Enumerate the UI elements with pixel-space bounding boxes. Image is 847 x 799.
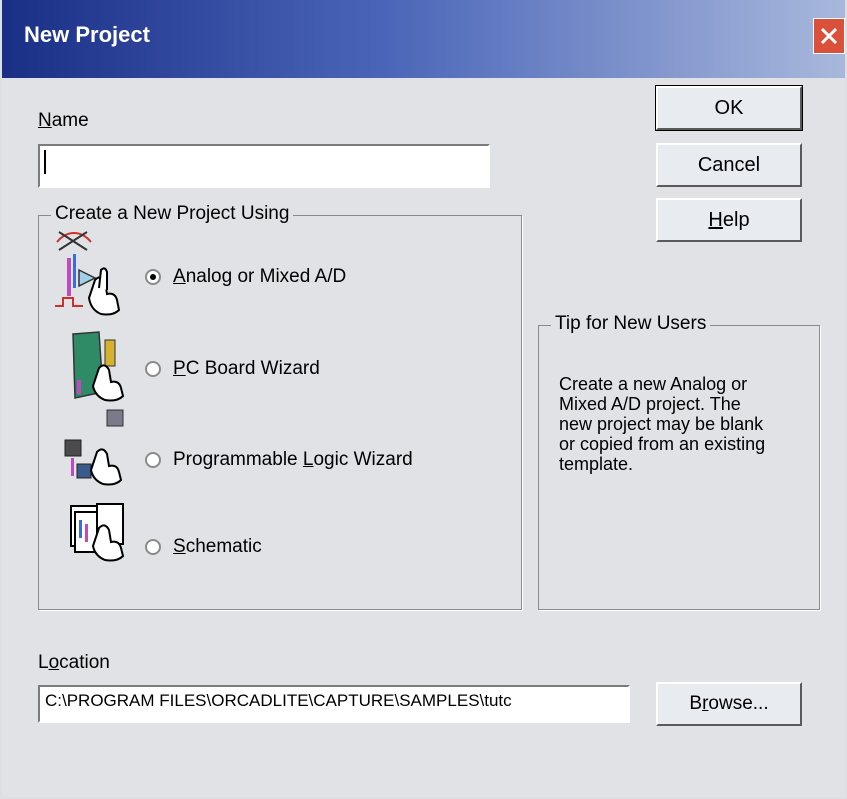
- location-input[interactable]: C:\PROGRAM FILES\ORCADLITE\CAPTURE\SAMPL…: [38, 685, 630, 723]
- pc-board-icon: [72, 331, 125, 402]
- radio-pc-board-wizard[interactable]: [145, 361, 161, 377]
- name-input[interactable]: [38, 144, 490, 188]
- option-programmable-logic-wizard[interactable]: Programmable Logic Wizard: [145, 449, 413, 471]
- radio-programmable-logic-wizard[interactable]: [145, 452, 161, 468]
- tip-line: or copied from an existing: [559, 434, 766, 454]
- tip-line: template.: [559, 454, 634, 474]
- option-pc-board-wizard[interactable]: PC Board Wizard: [145, 358, 320, 380]
- option-schematic[interactable]: Schematic: [145, 536, 262, 558]
- location-label: Location: [38, 652, 110, 673]
- close-icon: [820, 27, 838, 45]
- browse-label-pre: B: [689, 693, 703, 714]
- tip-line: Mixed A/D project. The: [559, 394, 741, 414]
- schematic-icon: [70, 503, 125, 562]
- tip-line: new project may be blank: [559, 414, 764, 434]
- location-input-value: C:\PROGRAM FILES\ORCADLITE\CAPTURE\SAMPL…: [45, 691, 512, 710]
- radio-analog-mixed[interactable]: [145, 269, 161, 285]
- option-analog-mixed[interactable]: Analog or Mixed A/D: [145, 266, 346, 288]
- dialog-title: New Project: [24, 22, 150, 47]
- tip-legend: Tip for New Users: [551, 313, 711, 335]
- help-label: elp: [722, 208, 750, 231]
- browse-label-post: owse...: [708, 693, 769, 714]
- name-label: Name: [38, 110, 89, 131]
- ok-button[interactable]: OK: [655, 85, 803, 131]
- tip-group: Tip for New Users Create a new Analog or…: [538, 313, 820, 610]
- option-programmable-logic-wizard-label: Programmable Logic Wizard: [173, 449, 413, 470]
- option-schematic-label: Schematic: [173, 536, 262, 557]
- project-type-legend: Create a New Project Using: [51, 203, 294, 225]
- help-button[interactable]: Help: [656, 198, 802, 242]
- help-label-mnemonic: H: [708, 208, 723, 231]
- option-pc-board-wizard-label: PC Board Wizard: [173, 358, 320, 379]
- option-analog-mixed-label: Analog or Mixed A/D: [173, 266, 347, 287]
- radio-schematic[interactable]: [145, 539, 161, 555]
- cancel-button[interactable]: Cancel: [656, 143, 802, 187]
- title-bar[interactable]: New Project: [2, 0, 845, 78]
- analog-mixed-icon: [55, 231, 121, 316]
- tip-line: Create a new Analog or: [559, 374, 748, 394]
- close-button[interactable]: [813, 18, 845, 54]
- browse-button[interactable]: Br owse...: [656, 682, 802, 726]
- programmable-logic-icon: [64, 409, 124, 486]
- tip-text: Create a new Analog or Mixed A/D project…: [559, 374, 765, 474]
- project-type-group: Create a New Project Using Analog or Mix…: [38, 203, 522, 610]
- new-project-dialog: New Project Name OK Cancel Help Create a…: [2, 0, 845, 797]
- text-caret: [44, 150, 46, 174]
